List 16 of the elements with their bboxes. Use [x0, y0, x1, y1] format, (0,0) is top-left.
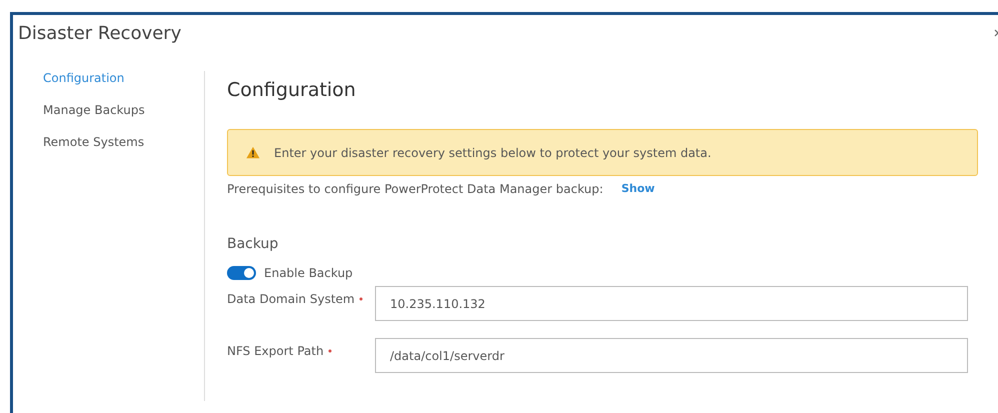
sidebar-item[interactable]: Manage Backups	[43, 103, 145, 117]
show-link[interactable]: Show	[621, 182, 655, 196]
warning-icon	[246, 146, 260, 159]
page-heading: Configuration	[227, 79, 357, 103]
section-title: Backup	[227, 236, 280, 252]
input-field[interactable]: 10.235.110.132	[375, 286, 968, 321]
alert-message: Enter your disaster recovery settings below to protect your system data.	[274, 146, 712, 160]
dialog-title: Disaster Recovery	[17, 22, 182, 46]
field-label: Data Domain System	[227, 292, 355, 306]
field-label: NFS Export Path	[227, 344, 324, 358]
sidebar-item[interactable]: Remote Systems	[43, 135, 144, 149]
toggle-switch[interactable]	[227, 266, 256, 280]
toggle-label: Enable Backup	[264, 266, 353, 280]
prerequisites-text: Prerequisites to configure PowerProtect Data Manager backup:	[227, 182, 604, 196]
sidebar-item[interactable]: Configuration	[43, 71, 124, 85]
input-field[interactable]: /data/col1/serverdr	[375, 338, 968, 373]
